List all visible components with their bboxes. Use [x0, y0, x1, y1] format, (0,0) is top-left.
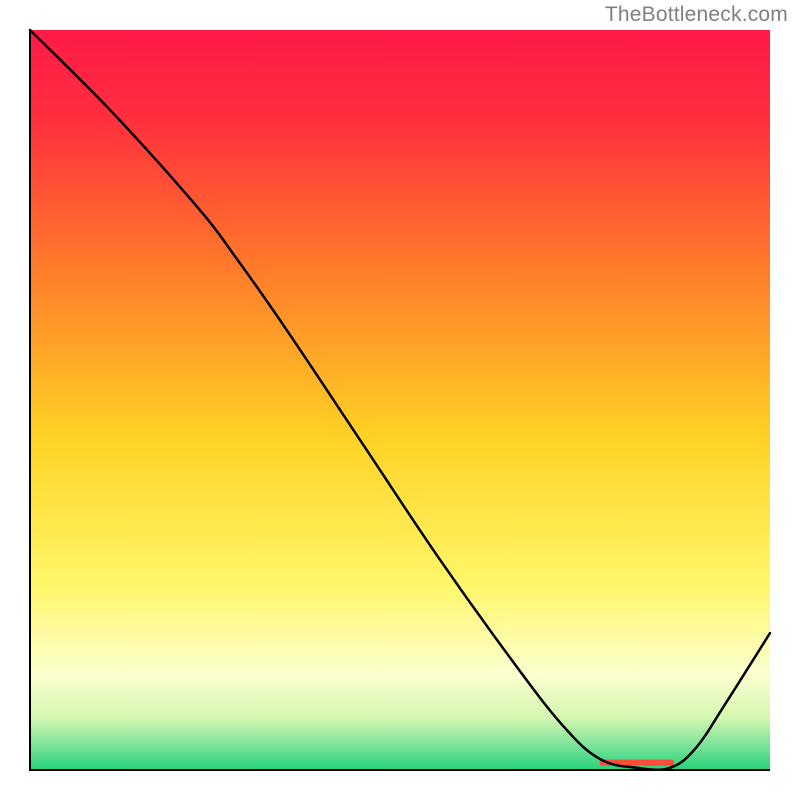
- bottleneck-chart: [0, 0, 800, 800]
- chart-container: TheBottleneck.com: [0, 0, 800, 800]
- gradient-background: [30, 30, 770, 770]
